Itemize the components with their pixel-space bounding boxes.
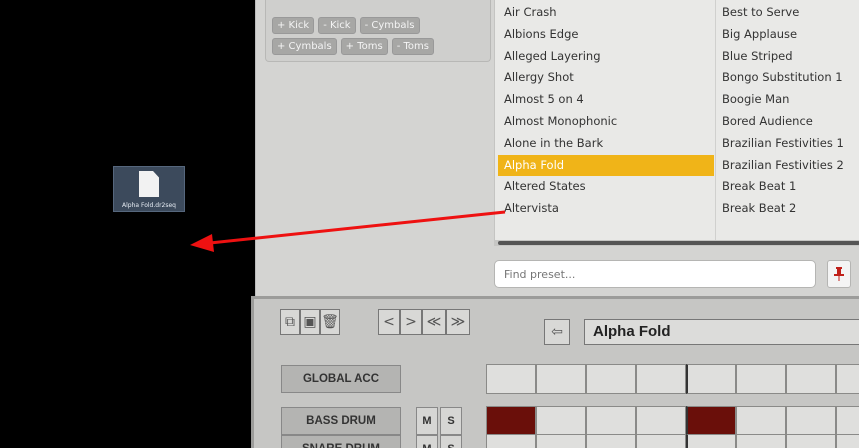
- step-cell[interactable]: [786, 364, 836, 394]
- document-icon: [139, 171, 159, 197]
- tag-filter-panel: + Kick - Kick - Cymbals + Cymbals + Toms…: [265, 0, 491, 62]
- step-cell[interactable]: [586, 364, 636, 394]
- tag-minus-toms[interactable]: - Toms: [391, 38, 434, 55]
- preset-item[interactable]: Almost 5 on 4: [498, 89, 714, 111]
- preset-item[interactable]: Bored Audience: [716, 111, 859, 133]
- tag-minus-cymbals[interactable]: - Cymbals: [359, 17, 420, 34]
- preset-column-1: Air Crash Albions Edge Alleged Layering All…: [498, 2, 714, 220]
- rewind-button[interactable]: ≪: [422, 309, 446, 335]
- fast-forward-button[interactable]: ≫: [446, 309, 470, 335]
- step-cell[interactable]: [736, 434, 786, 448]
- desktop-file-icon[interactable]: Alpha Fold.dr2seq: [113, 166, 185, 212]
- step-cell[interactable]: [486, 364, 536, 394]
- preset-list: Air Crash Albions Edge Alleged Layering All…: [494, 0, 859, 246]
- load-icon: ⇦: [551, 324, 563, 340]
- preset-item[interactable]: Best to Serve: [716, 2, 859, 24]
- step-cell[interactable]: [786, 434, 836, 448]
- preset-item[interactable]: Brazilian Festivities 1: [716, 133, 859, 155]
- copy-button[interactable]: ⧉: [280, 309, 300, 335]
- preset-item[interactable]: Almost Monophonic: [498, 111, 714, 133]
- preset-item[interactable]: Alpha Fold: [498, 154, 714, 177]
- scrollbar-thumb[interactable]: [498, 241, 859, 245]
- file-name: Alpha Fold.dr2seq: [122, 202, 176, 209]
- preset-item[interactable]: Allergy Shot: [498, 67, 714, 89]
- step-cell[interactable]: [586, 434, 636, 448]
- lane-label[interactable]: SNARE DRUM: [281, 435, 401, 448]
- tag-row: + Cymbals + Toms - Toms: [272, 38, 434, 55]
- next-button[interactable]: >: [400, 309, 422, 335]
- step-cell[interactable]: [636, 364, 686, 394]
- find-preset-input[interactable]: [494, 260, 816, 288]
- step-cell[interactable]: [686, 406, 736, 436]
- step-cell[interactable]: [736, 364, 786, 394]
- solo-button[interactable]: S: [440, 407, 462, 435]
- step-cell[interactable]: [536, 434, 586, 448]
- preset-item[interactable]: Big Applause: [716, 24, 859, 46]
- step-cell[interactable]: [686, 364, 736, 394]
- rewind-icon: ≪: [426, 314, 442, 330]
- step-cell[interactable]: [586, 406, 636, 436]
- step-cell[interactable]: [636, 434, 686, 448]
- preset-item[interactable]: Boogie Man: [716, 89, 859, 111]
- tag-plus-cymbals[interactable]: + Cymbals: [272, 38, 337, 55]
- preset-item[interactable]: Break Beat 2: [716, 198, 859, 220]
- preset-item[interactable]: Brazilian Festivities 2: [716, 155, 859, 177]
- step-cell[interactable]: [486, 434, 536, 448]
- next-icon: >: [405, 314, 417, 330]
- pattern-name-field[interactable]: Alpha Fold: [584, 319, 859, 345]
- desktop: Alpha Fold.dr2seq: [0, 0, 255, 448]
- preset-item[interactable]: Break Beat 1: [716, 176, 859, 198]
- delete-button[interactable]: 🗑: [320, 309, 340, 335]
- preset-item[interactable]: Alleged Layering: [498, 46, 714, 68]
- step-cell[interactable]: [536, 364, 586, 394]
- tag-plus-kick[interactable]: + Kick: [272, 17, 315, 34]
- preset-item[interactable]: Air Crash: [498, 2, 714, 24]
- preset-item[interactable]: Albions Edge: [498, 24, 714, 46]
- step-cell[interactable]: [636, 406, 686, 436]
- horizontal-scrollbar[interactable]: [494, 240, 859, 246]
- step-cell[interactable]: [836, 434, 859, 448]
- preset-item[interactable]: Blue Striped: [716, 46, 859, 68]
- step-cell[interactable]: [786, 406, 836, 436]
- prev-button[interactable]: <: [378, 309, 400, 335]
- load-button[interactable]: ⇦: [544, 319, 570, 345]
- step-cell[interactable]: [536, 406, 586, 436]
- lane-label[interactable]: BASS DRUM: [281, 407, 401, 435]
- step-cell[interactable]: [836, 364, 859, 394]
- fast-forward-icon: ≫: [450, 314, 466, 330]
- copy-icon: ⧉: [285, 314, 295, 330]
- sequencer-panel: ⧉ ▣ 🗑 < > ≪ ≫ ⇦ Alpha Fold GLOBAL ACC BAS…: [251, 296, 859, 448]
- tag-row: + Kick - Kick - Cymbals: [272, 17, 420, 34]
- step-cell[interactable]: [836, 406, 859, 436]
- step-cell[interactable]: [686, 434, 736, 448]
- step-row: [486, 434, 859, 448]
- tag-plus-toms[interactable]: + Toms: [340, 38, 388, 55]
- mute-button[interactable]: M: [416, 435, 438, 448]
- preset-item[interactable]: Altervista: [498, 198, 714, 220]
- pin-icon: [834, 267, 844, 281]
- paste-icon: ▣: [303, 314, 317, 330]
- prev-icon: <: [383, 314, 395, 330]
- tag-minus-kick[interactable]: - Kick: [318, 17, 356, 34]
- step-row: [486, 364, 859, 394]
- step-cell[interactable]: [736, 406, 786, 436]
- preset-column-2: Best to Serve Big Applause Blue Striped Bon…: [715, 0, 859, 240]
- preset-item[interactable]: Alone in the Bark: [498, 133, 714, 155]
- preset-browser: + Kick - Kick - Cymbals + Cymbals + Toms…: [255, 0, 859, 296]
- preset-item[interactable]: Altered States: [498, 176, 714, 198]
- delete-icon: 🗑: [321, 314, 339, 330]
- step-row: [486, 406, 859, 436]
- preset-item[interactable]: Bongo Substitution 1: [716, 67, 859, 89]
- mute-button[interactable]: M: [416, 407, 438, 435]
- paste-button[interactable]: ▣: [300, 309, 320, 335]
- pin-button[interactable]: [827, 260, 851, 288]
- solo-button[interactable]: S: [440, 435, 462, 448]
- lane-label[interactable]: GLOBAL ACC: [281, 365, 401, 393]
- step-cell[interactable]: [486, 406, 536, 436]
